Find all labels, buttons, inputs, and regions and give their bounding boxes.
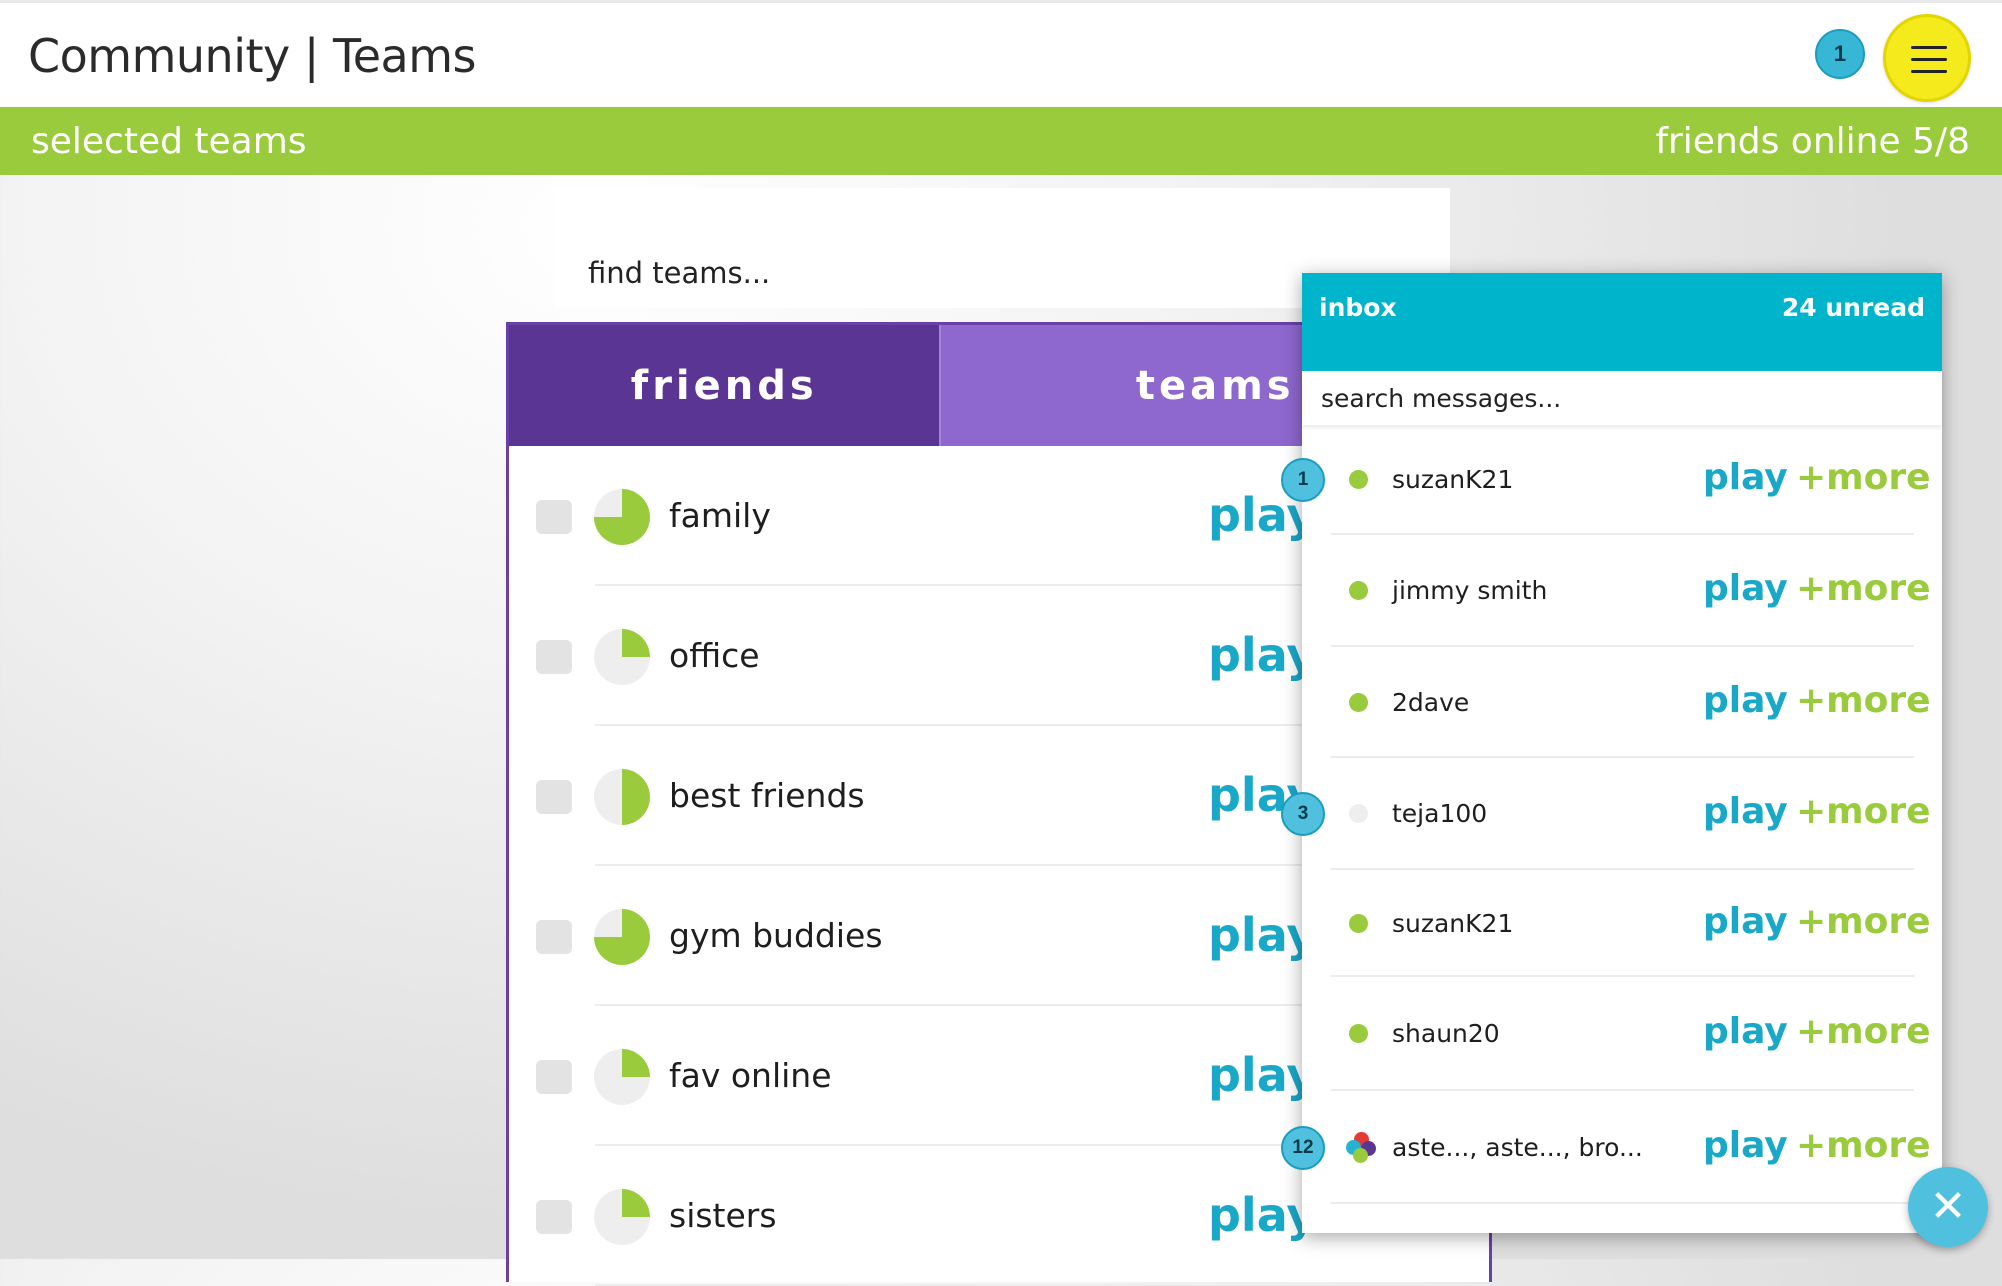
message-more-button[interactable]: +more — [1796, 568, 1931, 609]
status-dot-icon — [1349, 581, 1368, 600]
team-checkbox[interactable] — [536, 640, 572, 674]
message-sender: suzanK21 — [1392, 465, 1514, 494]
close-button[interactable]: ✕ — [1908, 1167, 1988, 1247]
team-checkbox[interactable] — [536, 920, 572, 954]
group-avatar-icon — [1346, 1132, 1378, 1164]
message-sender: shaun20 — [1392, 1019, 1500, 1048]
top-bar: Community | Teams 1 — [0, 0, 2002, 107]
message-more-button[interactable]: +more — [1796, 791, 1931, 832]
team-name: sisters — [669, 1196, 777, 1235]
message-row[interactable]: teja100 play +more — [1302, 758, 1942, 870]
message-play-button[interactable]: play — [1703, 791, 1788, 832]
progress-pie-icon — [594, 489, 650, 545]
inbox-popup: inbox 24 unread suzanK21play+morejimmy s… — [1302, 273, 1942, 1233]
message-play-button[interactable]: play — [1703, 901, 1788, 942]
team-checkbox[interactable] — [536, 780, 572, 814]
inbox-search — [1302, 371, 1942, 425]
message-more-button[interactable]: +more — [1796, 1125, 1931, 1166]
team-name: family — [669, 496, 771, 535]
team-name: gym buddies — [669, 916, 883, 955]
message-sender: suzanK21 — [1392, 909, 1514, 938]
unread-count: 24 unread — [1781, 293, 1925, 322]
message-play-button[interactable]: play — [1703, 1011, 1788, 1052]
message-sender: jimmy smith — [1392, 576, 1548, 605]
close-icon: ✕ — [1929, 1181, 1967, 1232]
team-name: office — [669, 636, 760, 675]
status-dot-icon — [1349, 470, 1368, 489]
message-sender: teja100 — [1392, 799, 1488, 828]
message-play-button[interactable]: play — [1703, 457, 1788, 498]
status-bar: selected teams friends online 5/8 — [0, 107, 2002, 175]
team-checkbox[interactable] — [536, 1200, 572, 1234]
selected-teams-label: selected teams — [31, 121, 307, 162]
inbox-title: inbox — [1319, 293, 1397, 322]
progress-pie-icon — [594, 1189, 650, 1245]
team-play-button[interactable]: play — [1208, 1188, 1316, 1242]
inbox-header: inbox 24 unread — [1302, 273, 1942, 371]
search-messages-input[interactable] — [1319, 379, 1923, 417]
message-row[interactable]: suzanK21 play +more — [1302, 870, 1942, 977]
unread-badge: 3 — [1281, 792, 1325, 836]
team-name: fav online — [669, 1056, 832, 1095]
message-play-button[interactable]: play — [1703, 680, 1788, 721]
team-play-button[interactable]: play — [1208, 1048, 1316, 1102]
status-dot-icon — [1349, 693, 1368, 712]
progress-pie-icon — [594, 769, 650, 825]
message-play-button[interactable]: play — [1703, 568, 1788, 609]
team-play-button[interactable]: play — [1208, 628, 1316, 682]
progress-pie-icon — [594, 909, 650, 965]
progress-pie-icon — [594, 629, 650, 685]
unread-badge: 12 — [1281, 1126, 1325, 1170]
progress-pie-icon — [594, 1049, 650, 1105]
find-teams-input[interactable] — [586, 252, 1410, 294]
message-more-button[interactable]: +more — [1796, 901, 1931, 942]
tab-friends[interactable]: friends — [509, 325, 940, 446]
message-sender: 2dave — [1392, 688, 1470, 717]
notification-badge[interactable]: 1 — [1815, 29, 1865, 79]
status-dot-icon — [1349, 1024, 1368, 1043]
unread-badge: 1 — [1281, 458, 1325, 502]
team-play-button[interactable]: play — [1208, 908, 1316, 962]
menu-button[interactable] — [1883, 14, 1971, 102]
message-row[interactable]: shaun20 play +more — [1302, 977, 1942, 1091]
message-more-button[interactable]: +more — [1796, 1011, 1931, 1052]
message-sender: aste..., aste..., bro... — [1392, 1133, 1643, 1162]
message-row[interactable]: jimmy smith play +more — [1302, 535, 1942, 647]
status-dot-icon — [1349, 804, 1368, 823]
row-divider — [1331, 1202, 1914, 1204]
message-row[interactable]: suzanK21 play +more — [1302, 425, 1942, 535]
team-checkbox[interactable] — [536, 500, 572, 534]
message-play-button[interactable]: play — [1703, 1125, 1788, 1166]
page-title: Community | Teams — [28, 29, 477, 83]
message-more-button[interactable]: +more — [1796, 680, 1931, 721]
status-dot-icon — [1349, 914, 1368, 933]
team-checkbox[interactable] — [536, 1060, 572, 1094]
message-row[interactable]: 2dave play +more — [1302, 647, 1942, 758]
message-more-button[interactable]: +more — [1796, 457, 1931, 498]
friends-online-count: friends online 5/8 — [1655, 121, 1970, 162]
message-row[interactable]: aste..., aste..., bro... play +more — [1302, 1091, 1942, 1204]
team-name: best friends — [669, 776, 865, 815]
